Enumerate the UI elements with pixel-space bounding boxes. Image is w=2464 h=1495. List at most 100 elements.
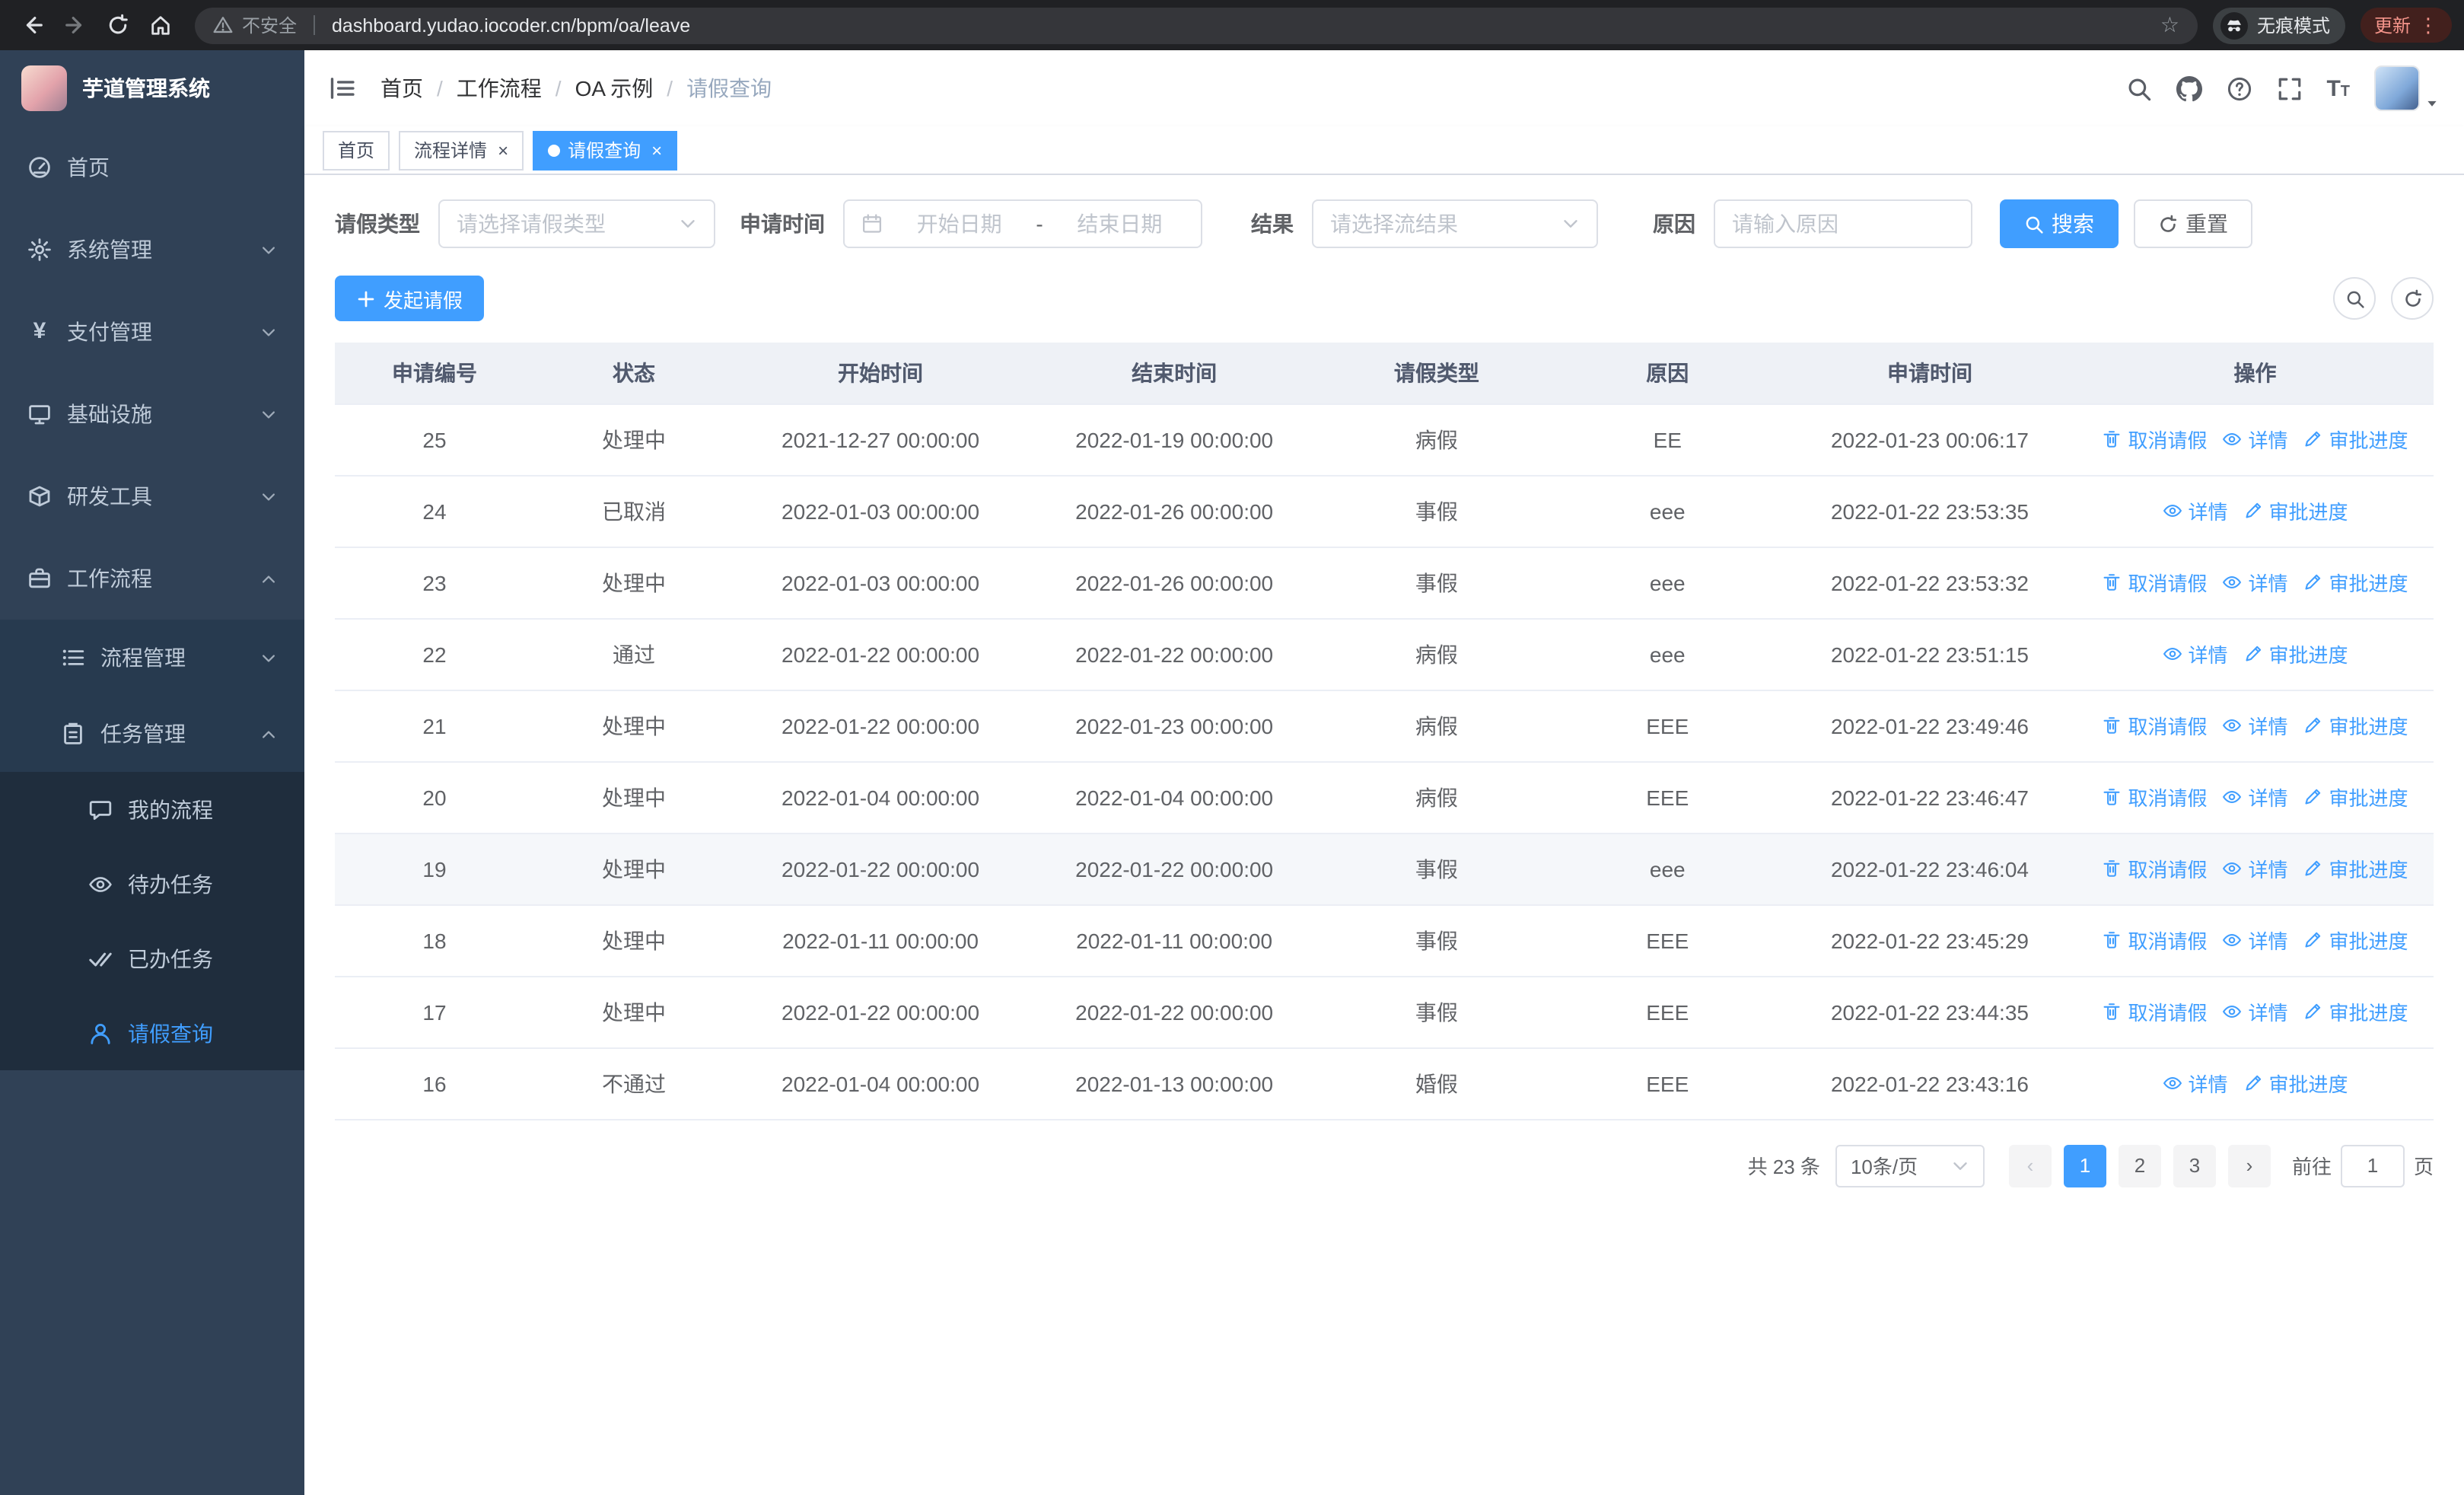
detail-link[interactable]: 详情 xyxy=(2223,425,2288,454)
progress-link[interactable]: 审批进度 xyxy=(2303,997,2408,1026)
next-page-button[interactable]: › xyxy=(2227,1144,2271,1187)
progress-link[interactable]: 审批进度 xyxy=(2303,568,2408,597)
cancel-link[interactable]: 取消请假 xyxy=(2102,711,2208,740)
detail-link[interactable]: 详情 xyxy=(2223,926,2288,955)
tab-close-icon[interactable]: × xyxy=(651,141,662,159)
progress-link[interactable]: 审批进度 xyxy=(2243,1069,2348,1098)
table-row: 20 处理中 2022-01-04 00:00:00 2022-01-04 00:00… xyxy=(335,761,2434,834)
detail-link[interactable]: 详情 xyxy=(2162,639,2228,668)
cancel-link[interactable]: 取消请假 xyxy=(2102,926,2208,955)
chevron-down-icon xyxy=(1951,1156,1969,1175)
browser-back-button[interactable] xyxy=(12,5,52,45)
page-size-select[interactable]: 10条/页 xyxy=(1835,1144,1985,1187)
search-icon[interactable] xyxy=(2125,75,2151,101)
github-icon[interactable] xyxy=(2176,75,2201,101)
progress-link[interactable]: 审批进度 xyxy=(2303,425,2408,454)
progress-link[interactable]: 审批进度 xyxy=(2243,496,2348,525)
chat-bubble-icon xyxy=(88,797,113,821)
font-size-icon[interactable]: TT xyxy=(2326,77,2350,100)
result-label: 结果 xyxy=(1251,212,1294,236)
sidebar-item-todo-tasks[interactable]: 待办任务 xyxy=(0,846,304,921)
page-button-3[interactable]: 3 xyxy=(2173,1144,2216,1187)
detail-link[interactable]: 详情 xyxy=(2223,997,2288,1026)
sidebar-item-home[interactable]: 首页 xyxy=(0,126,304,209)
tab-leave-query[interactable]: 请假查询 × xyxy=(533,130,678,170)
reason-input[interactable] xyxy=(1715,201,1971,247)
cell-type: 病假 xyxy=(1321,761,1552,834)
bookmark-star-icon[interactable]: ☆ xyxy=(2160,12,2179,38)
prev-page-button[interactable]: ‹ xyxy=(2008,1144,2052,1187)
sidebar-item-my-processes[interactable]: 我的流程 xyxy=(0,772,304,846)
sidebar-item-devtools[interactable]: 研发工具 xyxy=(0,455,304,537)
leave-type-select[interactable]: 请选择请假类型 xyxy=(438,199,715,248)
reset-button[interactable]: 重置 xyxy=(2134,199,2252,248)
detail-link[interactable]: 详情 xyxy=(2162,496,2228,525)
cell-end: 2022-01-26 00:00:00 xyxy=(1027,475,1322,547)
cancel-label: 取消请假 xyxy=(2128,429,2208,452)
progress-icon xyxy=(2303,429,2323,449)
page-list: ‹ 1 2 3 › xyxy=(2008,1144,2271,1187)
progress-link[interactable]: 审批进度 xyxy=(2303,711,2408,740)
tab-home[interactable]: 首页 xyxy=(323,130,390,170)
sidebar-item-process-management[interactable]: 流程管理 xyxy=(0,620,304,696)
progress-link[interactable]: 审批进度 xyxy=(2243,639,2348,668)
goto-page-input[interactable] xyxy=(2340,1144,2405,1187)
tab-process-detail[interactable]: 流程详情 × xyxy=(399,130,524,170)
cell-id: 21 xyxy=(335,690,534,762)
browser-home-button[interactable] xyxy=(140,5,180,45)
detail-link[interactable]: 详情 xyxy=(2223,854,2288,883)
cell-reason: EEE xyxy=(1552,1047,1783,1120)
breadcrumb-item[interactable]: OA 示例 xyxy=(575,73,654,104)
sidebar-item-system[interactable]: 系统管理 xyxy=(0,209,304,291)
address-bar[interactable]: 不安全 dashboard.yudao.iocoder.cn/bpm/oa/le… xyxy=(195,7,2198,43)
browser-forward-button[interactable] xyxy=(55,5,94,45)
breadcrumb-item[interactable]: 工作流程 xyxy=(457,73,542,104)
cell-end: 2022-01-22 00:00:00 xyxy=(1027,976,1322,1048)
detail-link[interactable]: 详情 xyxy=(2223,783,2288,811)
sidebar-item-done-tasks[interactable]: 已办任务 xyxy=(0,921,304,996)
browser-menu-icon[interactable]: ⋮ xyxy=(2418,13,2438,37)
user-menu[interactable] xyxy=(2374,65,2440,111)
user-avatar[interactable] xyxy=(2374,65,2420,111)
page-button-2[interactable]: 2 xyxy=(2118,1144,2161,1187)
tab-close-icon[interactable]: × xyxy=(498,141,508,159)
cell-operations: 取消请假 详情 审批进度 xyxy=(2077,403,2434,476)
sidebar-item-leave-query[interactable]: 请假查询 xyxy=(0,996,304,1070)
detail-link[interactable]: 详情 xyxy=(2223,568,2288,597)
cancel-link[interactable]: 取消请假 xyxy=(2102,425,2208,454)
result-select[interactable]: 请选择流结果 xyxy=(1312,199,1598,248)
search-button[interactable]: 搜索 xyxy=(2000,199,2119,248)
sidebar-item-task-management[interactable]: 任务管理 xyxy=(0,696,304,772)
refresh-table-button[interactable] xyxy=(2391,277,2434,320)
sidebar-item-infrastructure[interactable]: 基础设施 xyxy=(0,373,304,455)
create-leave-button[interactable]: 发起请假 xyxy=(335,276,485,321)
cell-start: 2022-01-04 00:00:00 xyxy=(734,761,1028,834)
detail-link[interactable]: 详情 xyxy=(2223,711,2288,740)
sidebar-item-payment[interactable]: ¥ 支付管理 xyxy=(0,291,304,373)
tabs-bar: 首页 流程详情 × 请假查询 × xyxy=(304,126,2464,175)
browser-update-button[interactable]: 更新 ⋮ xyxy=(2360,8,2452,43)
browser-reload-button[interactable] xyxy=(97,5,137,45)
cell-reason: eee xyxy=(1552,618,1783,690)
column-header: 操作 xyxy=(2077,343,2434,404)
end-date-placeholder: 结束日期 xyxy=(1077,212,1163,236)
sidebar-item-label: 研发工具 xyxy=(67,484,152,508)
toggle-search-button[interactable] xyxy=(2333,277,2376,320)
cancel-link[interactable]: 取消请假 xyxy=(2102,568,2208,597)
page-size-value: 10条/页 xyxy=(1850,1156,1918,1178)
cancel-link[interactable]: 取消请假 xyxy=(2102,997,2208,1026)
sidebar-item-workflow[interactable]: 工作流程 xyxy=(0,537,304,620)
progress-link[interactable]: 审批进度 xyxy=(2303,854,2408,883)
help-icon[interactable] xyxy=(2226,75,2252,101)
fullscreen-icon[interactable] xyxy=(2276,75,2302,101)
sidebar-collapse-button[interactable] xyxy=(329,75,356,102)
cancel-link[interactable]: 取消请假 xyxy=(2102,854,2208,883)
apply-time-range-picker[interactable]: 开始日期 - 结束日期 xyxy=(843,199,1202,248)
progress-link[interactable]: 审批进度 xyxy=(2303,926,2408,955)
page-button-1[interactable]: 1 xyxy=(2063,1144,2106,1187)
detail-link[interactable]: 详情 xyxy=(2162,1069,2228,1098)
breadcrumb-item[interactable]: 首页 xyxy=(380,73,423,104)
progress-link[interactable]: 审批进度 xyxy=(2303,783,2408,811)
table-row: 18 处理中 2022-01-11 00:00:00 2022-01-11 00:00… xyxy=(335,904,2434,977)
cancel-link[interactable]: 取消请假 xyxy=(2102,783,2208,811)
